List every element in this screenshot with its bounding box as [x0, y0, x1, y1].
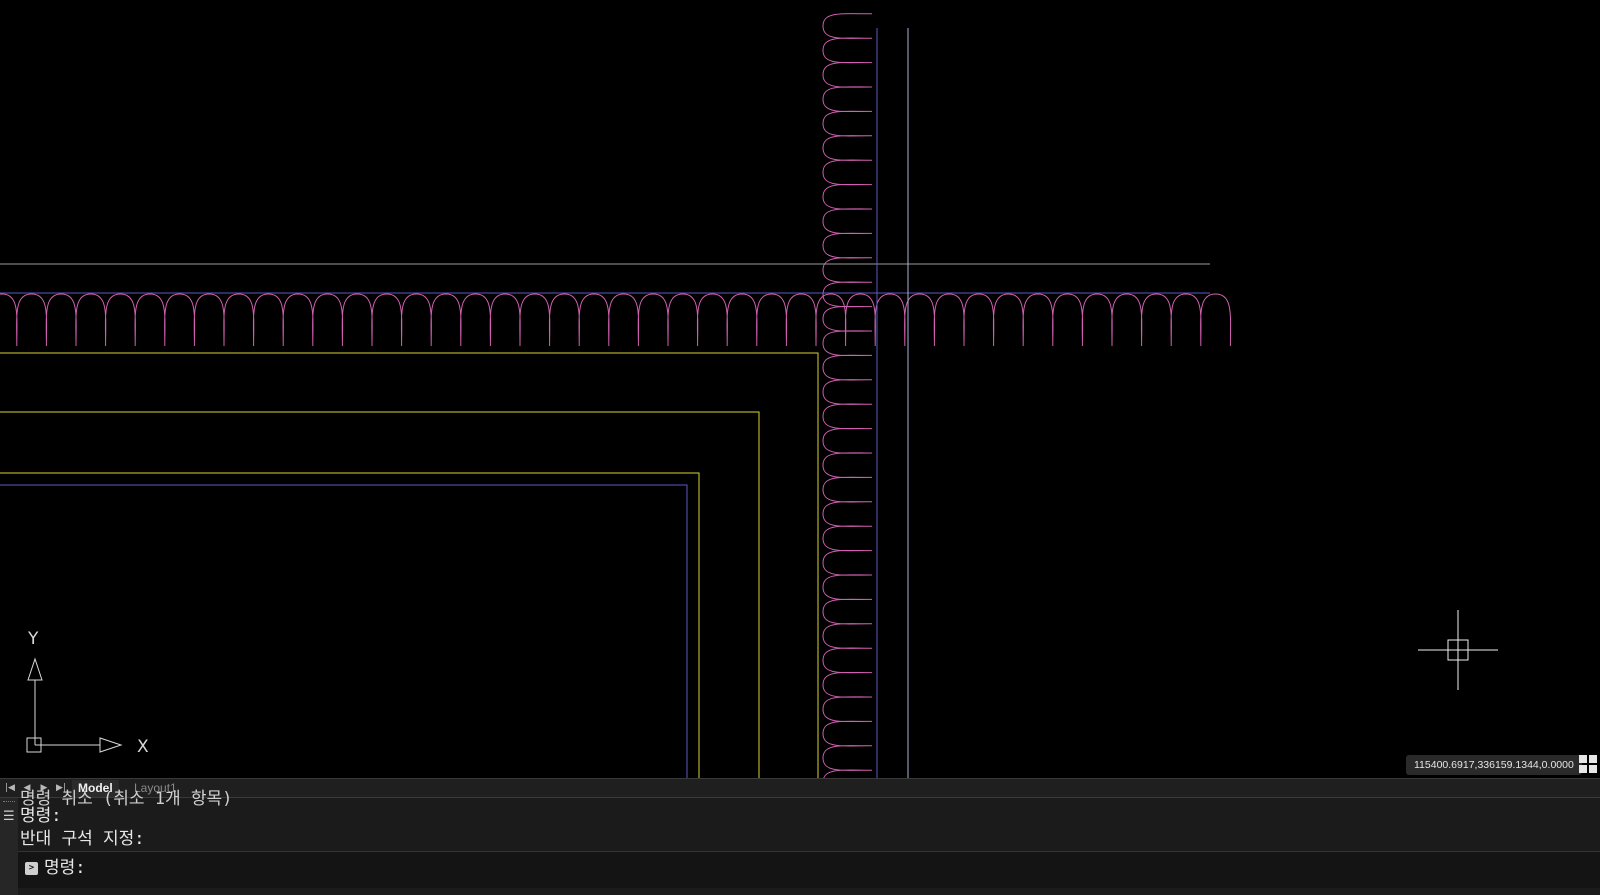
command-input[interactable]: [118, 856, 1572, 882]
menu-icon[interactable]: ☰: [3, 810, 15, 823]
command-line-window: ☰ 명령 취소 (취소 1개 항목) 명령: 반대 구석 지정: > 명령:: [0, 789, 1600, 895]
first-tab-icon[interactable]: |◀: [3, 782, 17, 795]
layout-tab-bar: |◀ ◀ ▶ ▶| Model Layout1: [0, 778, 1600, 798]
yellow-outline-outer: [0, 352, 819, 778]
history-line: 명령:: [20, 806, 62, 826]
prompt-label: 명령:: [44, 858, 86, 878]
ucs-x-arrow: [99, 737, 123, 753]
insulation-hatch-vertical: [822, 13, 873, 778]
command-prompt[interactable]: > 명령:: [18, 852, 1600, 888]
grid-display-icon[interactable]: [1578, 754, 1598, 774]
drag-grip-icon[interactable]: [3, 801, 15, 805]
cad-drawing[interactable]: YX: [0, 0, 1600, 778]
ucs-x-label: X: [137, 737, 149, 757]
ucs-y-arrow: [27, 657, 43, 681]
insulation-hatch-horizontal: [0, 293, 1232, 347]
yellow-outline-inner: [0, 472, 700, 778]
coordinate-readout: 115400.6917,336159.1344,0.0000: [1406, 755, 1582, 775]
command-line-sidebar: ☰: [0, 798, 18, 895]
history-line: 반대 구석 지정:: [20, 829, 145, 849]
ucs-y-label: Y: [27, 629, 39, 649]
drawing-viewport[interactable]: YX: [0, 0, 1600, 778]
yellow-outline-middle: [0, 411, 760, 778]
blue-outline-inner: [0, 484, 688, 778]
terminal-icon: >: [25, 862, 38, 875]
